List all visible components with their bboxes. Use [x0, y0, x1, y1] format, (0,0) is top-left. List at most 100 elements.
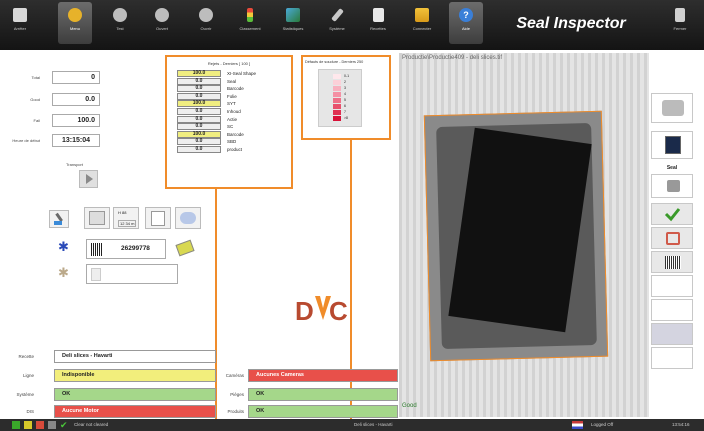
recipes-icon: [372, 8, 384, 22]
open-icon: [155, 8, 169, 22]
checkmark-icon: [664, 208, 681, 222]
display-button[interactable]: [651, 131, 693, 159]
reject-value: 0.0: [177, 108, 221, 115]
good-label: Good: [30, 97, 40, 102]
barcode-sidebar-button[interactable]: [651, 251, 693, 273]
reject-icon: [666, 232, 680, 245]
mini-label-1: H 88: [118, 210, 127, 215]
toolbar-label: Statistiques: [282, 26, 304, 31]
reject-value: 0.0: [177, 115, 221, 123]
menu-icon: [68, 8, 82, 22]
barcode-sidebar-icon: [665, 256, 681, 269]
seal-button[interactable]: [651, 174, 693, 198]
status-grey-light: [48, 421, 56, 429]
barcode-scan-button[interactable]: [174, 239, 196, 259]
reject-button[interactable]: [651, 227, 693, 249]
inspection-image-view[interactable]: Productie\Productie409 - deli slices.tif…: [399, 53, 649, 417]
clock-tool-button[interactable]: H 88 12 34 m: [113, 207, 139, 229]
barcode-field[interactable]: 26299778: [86, 239, 166, 259]
dis-label: DIS: [26, 409, 34, 414]
chat-icon: [180, 212, 196, 224]
system-button[interactable]: Système: [320, 2, 354, 44]
open-button[interactable]: Ouvert: [145, 2, 179, 44]
recipe-label: Recette: [18, 354, 34, 359]
test-button[interactable]: Test: [103, 2, 137, 44]
rejects-connector-line: [215, 189, 217, 419]
status-time: 13:54:16: [672, 422, 690, 427]
legend-swatch: [333, 110, 341, 115]
exit-button[interactable]: Fermer: [663, 2, 697, 44]
reject-value: 0.0: [177, 92, 221, 100]
test-icon: [113, 8, 127, 22]
empty-slot-3[interactable]: [651, 323, 693, 345]
status-recipe: Deli slices - Havarti: [354, 422, 393, 427]
recipes-button[interactable]: Recettes: [361, 2, 395, 44]
reject-label: SBD: [227, 139, 237, 145]
rejects-panel: Rejets - Derniers [ 100 ] 100.0 XI-Seal S…: [165, 55, 293, 189]
total-label: Total: [31, 75, 40, 80]
legend-label: >8: [344, 115, 348, 120]
chat-tool-button[interactable]: [175, 207, 201, 229]
barcode-value: 26299778: [121, 245, 150, 252]
triggers-value: OK: [248, 388, 398, 401]
reject-label: product: [227, 147, 243, 152]
legend-swatch: [333, 98, 341, 103]
menu-button[interactable]: Menu: [58, 2, 92, 44]
toolbar-label: Connecter: [412, 26, 432, 31]
start-time-value: 13:15:04: [52, 134, 100, 147]
reject-label: Inhoud: [227, 109, 241, 114]
empty-slot-4[interactable]: [651, 347, 693, 369]
right-sidebar: Seal: [650, 53, 694, 408]
accept-button[interactable]: [651, 203, 693, 225]
status-green-light: [12, 421, 20, 429]
legend-label: 0-1: [344, 73, 350, 78]
legend-swatch: [333, 74, 341, 79]
mini-label-2: 12 34 m: [118, 220, 137, 227]
image-path: Productie\Productie409 - deli slices.tif: [402, 55, 503, 61]
transport-label: Transport: [66, 162, 83, 167]
scale-icon: [89, 211, 105, 225]
legend-swatch: [333, 104, 341, 109]
help-button[interactable]: ? Aide: [449, 2, 483, 44]
main-toolbar: Arrêter Menu Test Ouvert Ouvrir Classeme…: [0, 0, 704, 50]
toolbar-label: Ouvert: [155, 26, 168, 31]
reject-label: Barcode: [227, 131, 244, 137]
reject-value: 0.0: [177, 138, 221, 146]
statistics-button[interactable]: Statistiques: [276, 2, 310, 44]
legend-swatch: [333, 80, 341, 85]
open-folder-icon: [199, 8, 213, 22]
second-barcode-field[interactable]: [86, 264, 178, 284]
total-value: 0: [52, 71, 100, 84]
image-result: Good: [402, 403, 417, 409]
barcode-icon: [91, 243, 103, 256]
brush-icon: [54, 212, 63, 225]
dis-value: Aucune Motor: [54, 405, 216, 418]
reject-value: 100.0: [177, 100, 221, 108]
document-tool-button[interactable]: [145, 207, 171, 229]
ranking-button[interactable]: Classement: [233, 2, 267, 44]
reject-label: Folie: [227, 93, 237, 99]
stop-button[interactable]: Arrêter: [3, 2, 37, 44]
flag-icon: [572, 421, 583, 429]
ranking-icon: [247, 8, 253, 22]
stop-icon: [13, 8, 27, 22]
connect-icon: [415, 8, 429, 22]
cameras-label: Caméras: [225, 373, 244, 378]
app-title: Seal Inspector: [516, 15, 626, 32]
weight-tool-button[interactable]: [84, 207, 110, 229]
reject-label: SC: [227, 124, 234, 130]
empty-slot-2[interactable]: [651, 299, 693, 321]
brush-tool-button[interactable]: [49, 210, 69, 228]
connect-button[interactable]: Connecter: [405, 2, 439, 44]
system-value: OK: [54, 388, 216, 401]
legend-swatch: [333, 92, 341, 97]
empty-slot-1[interactable]: [651, 275, 693, 297]
status-check-icon: ✔: [60, 420, 68, 430]
transport-play-button[interactable]: [79, 170, 98, 188]
toolbar-label: Classement: [239, 26, 261, 31]
legend-swatch: [333, 116, 341, 121]
seal-icon: [667, 180, 680, 192]
camera-settings-button[interactable]: [651, 93, 693, 123]
product-value: OK: [248, 405, 398, 418]
open-folder-button[interactable]: Ouvrir: [189, 2, 223, 44]
